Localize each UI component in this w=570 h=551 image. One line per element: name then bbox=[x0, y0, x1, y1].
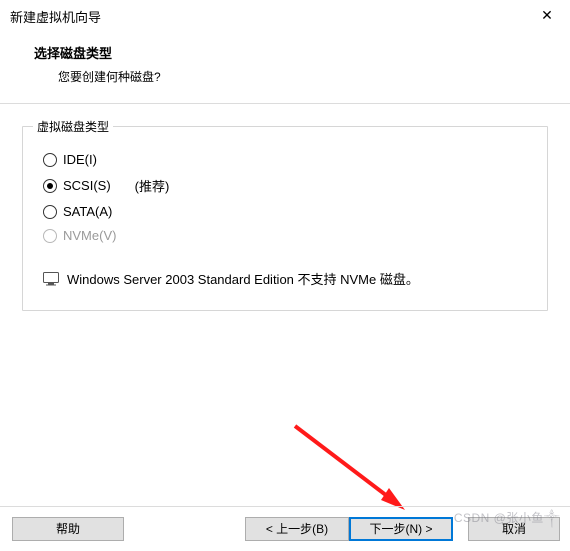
back-button[interactable]: < 上一步(B) bbox=[245, 517, 349, 541]
close-icon[interactable]: ✕ bbox=[524, 0, 570, 30]
disk-type-groupbox: 虚拟磁盘类型 IDE(I) SCSI(S) (推荐) SATA(A) NVMe(… bbox=[22, 126, 548, 311]
recommended-label: (推荐) bbox=[135, 176, 170, 195]
radio-label: NVMe(V) bbox=[63, 228, 116, 243]
help-button[interactable]: 帮助 bbox=[12, 517, 124, 541]
radio-label: SCSI(S) bbox=[63, 178, 111, 193]
radio-label: SATA(A) bbox=[63, 204, 112, 219]
window-title: 新建虚拟机向导 bbox=[10, 7, 101, 26]
radio-icon bbox=[43, 229, 57, 243]
next-button[interactable]: 下一步(N) > bbox=[349, 517, 453, 541]
radio-icon bbox=[43, 179, 57, 193]
radio-icon bbox=[43, 153, 57, 167]
radio-label: IDE(I) bbox=[63, 152, 97, 167]
page-subheading: 您要创建何种磁盘? bbox=[58, 68, 570, 85]
groupbox-legend: 虚拟磁盘类型 bbox=[33, 118, 113, 135]
radio-ide[interactable]: IDE(I) bbox=[43, 152, 533, 167]
cancel-button[interactable]: 取消 bbox=[468, 517, 560, 541]
radio-sata[interactable]: SATA(A) bbox=[43, 204, 533, 219]
info-monitor-icon bbox=[43, 272, 59, 286]
radio-scsi[interactable]: SCSI(S) (推荐) bbox=[43, 176, 533, 195]
info-text: Windows Server 2003 Standard Edition 不支持… bbox=[67, 269, 419, 288]
page-heading: 选择磁盘类型 bbox=[34, 43, 570, 62]
radio-nvme: NVMe(V) bbox=[43, 228, 533, 243]
radio-icon bbox=[43, 205, 57, 219]
